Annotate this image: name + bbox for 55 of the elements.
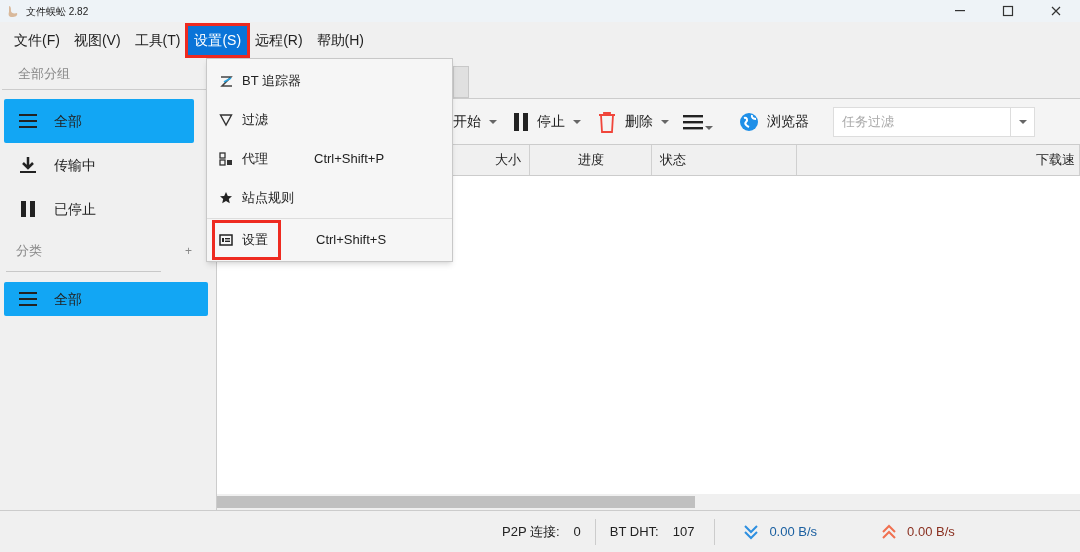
- menu-item[interactable]: 远程(R): [249, 25, 309, 55]
- caret-icon: [705, 124, 713, 131]
- download-icon: [18, 155, 38, 175]
- shortcut-text: Ctrl+Shift+S: [316, 230, 387, 249]
- caret-icon: [489, 118, 497, 125]
- list-icon: [18, 289, 38, 309]
- column-header[interactable]: 进度: [530, 145, 652, 175]
- globe-icon: [739, 111, 759, 132]
- column-header[interactable]: 下载速: [797, 145, 1080, 175]
- column-header[interactable]: 状态: [652, 145, 797, 175]
- trash-icon: [597, 110, 617, 133]
- start-button[interactable]: 开始: [453, 111, 497, 132]
- menu-item[interactable]: 文件(F): [8, 25, 66, 55]
- stop-button[interactable]: 停止: [513, 111, 581, 132]
- status-value: 107: [672, 522, 695, 541]
- sidebar-item[interactable]: 传输中: [4, 143, 194, 187]
- status-value: 0: [573, 522, 581, 541]
- section-header: 分类: [16, 242, 42, 261]
- star-icon: [219, 190, 233, 205]
- caret-icon: [1018, 118, 1027, 125]
- caret-icon: [573, 118, 581, 125]
- upload-speed-icon: [881, 523, 898, 540]
- menu-item[interactable]: 设置: [215, 222, 278, 257]
- maximize-icon[interactable]: [1000, 3, 1016, 19]
- menu-item[interactable]: 代理: [217, 141, 278, 176]
- pause-icon: [513, 111, 529, 132]
- window-title: 文件蜈蚣 2.82: [26, 4, 89, 19]
- goose-icon: [6, 4, 20, 18]
- menu-item[interactable]: 视图(V): [67, 25, 127, 55]
- menu-item[interactable]: 帮助(H): [310, 25, 370, 55]
- shortcut-text: Ctrl+Shift+P: [314, 149, 385, 168]
- sidebar-item[interactable]: 全部: [4, 99, 194, 143]
- settings-icon: [219, 232, 233, 247]
- menu-item[interactable]: 过滤: [217, 102, 278, 137]
- sidebar-item[interactable]: 全部: [4, 282, 208, 316]
- status-label: P2P 连接:: [502, 522, 560, 541]
- delete-button[interactable]: 删除: [597, 110, 669, 133]
- browser-button[interactable]: 浏览器: [739, 111, 809, 132]
- menu-icon: [683, 112, 703, 131]
- pause-icon: [18, 199, 38, 219]
- tracker-icon: [219, 73, 233, 88]
- filter-field[interactable]: 任务过滤: [833, 106, 1011, 137]
- download-speed: 0.00 B/s: [769, 522, 818, 541]
- upload-speed: 0.00 B/s: [907, 522, 955, 541]
- status-label: BT DHT:: [609, 522, 659, 541]
- network-icon: [219, 151, 233, 166]
- list-icon: [18, 111, 38, 131]
- menu-item[interactable]: 设置(S): [188, 25, 248, 55]
- download-speed-icon: [743, 523, 760, 540]
- menu-item[interactable]: 站点规则: [217, 180, 304, 215]
- menu-item[interactable]: 工具(T): [128, 25, 187, 55]
- caret-icon: [661, 118, 669, 125]
- menu-item[interactable]: BT 追踪器: [217, 63, 311, 98]
- sidebar-item[interactable]: 已停止: [4, 187, 194, 231]
- filter-icon: [219, 112, 233, 127]
